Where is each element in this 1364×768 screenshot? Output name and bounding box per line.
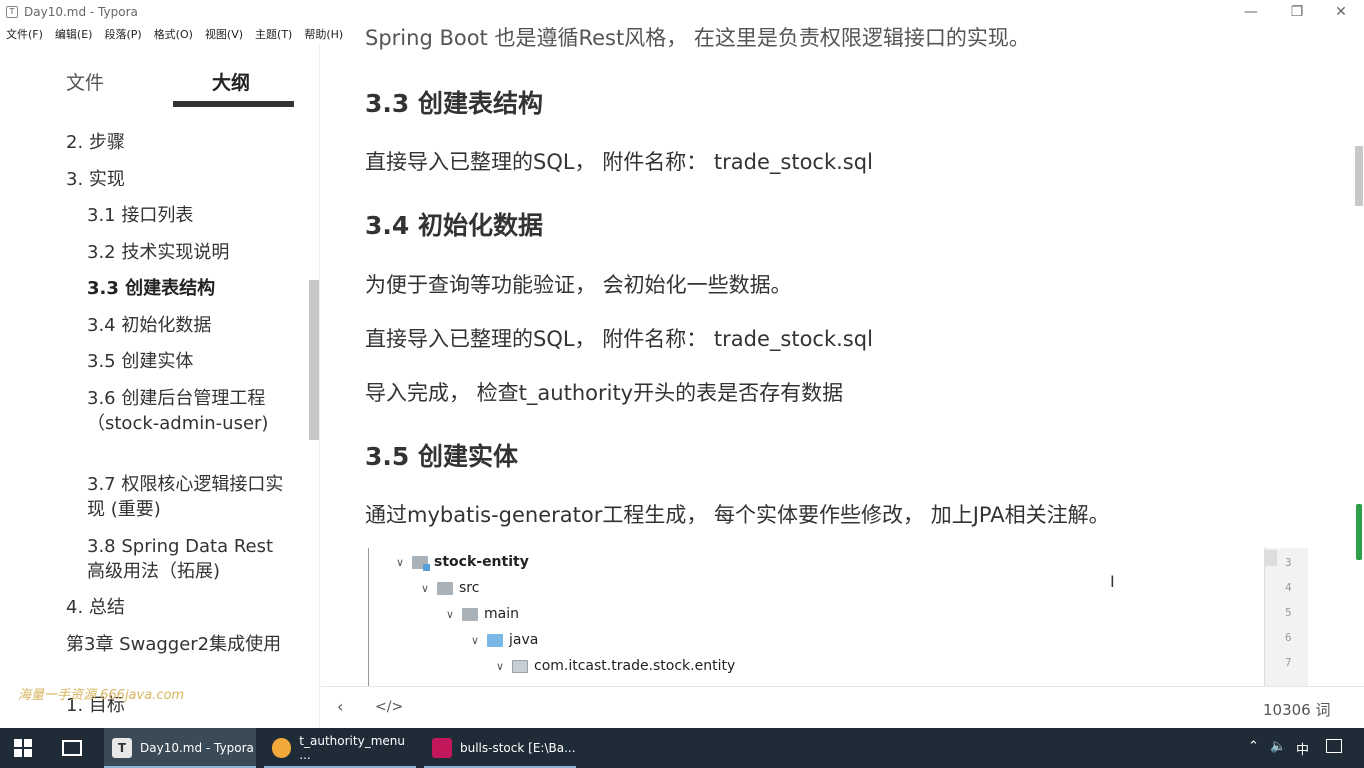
tree-label: java bbox=[509, 632, 539, 648]
taskbar: T Day10.md - Typora t_authority_menu ...… bbox=[0, 728, 1364, 768]
line-number: 5 bbox=[1285, 606, 1292, 619]
windows-start-icon[interactable] bbox=[14, 739, 32, 757]
line-number: 3 bbox=[1285, 556, 1292, 569]
outline-item[interactable]: 2. 步骤 bbox=[66, 130, 291, 155]
intellij-icon bbox=[432, 738, 452, 758]
image-border bbox=[368, 548, 369, 686]
chevron-down-icon: ∨ bbox=[496, 659, 505, 673]
paragraph: 直接导入已整理的SQL， 附件名称： trade_stock.sql bbox=[365, 327, 873, 351]
tree-label: com.itcast.trade.stock.entity bbox=[534, 658, 736, 674]
volume-icon[interactable]: 🔈 bbox=[1270, 739, 1286, 754]
close-button[interactable]: ✕ bbox=[1318, 0, 1364, 24]
navicat-icon bbox=[272, 738, 292, 758]
heading-3-3: 3.3 创建表结构 bbox=[365, 89, 543, 118]
taskbar-item-intellij[interactable]: bulls-stock [E:\Ba... bbox=[424, 728, 576, 768]
window-title: Day10.md - Typora bbox=[24, 5, 138, 19]
paragraph: 为便于查询等功能验证， 会初始化一些数据。 bbox=[365, 273, 792, 297]
folder-icon bbox=[437, 581, 453, 595]
sidebar-scrollbar[interactable] bbox=[309, 280, 319, 440]
editor-scrollbar[interactable] bbox=[1355, 146, 1363, 206]
task-label: bulls-stock [E:\Ba... bbox=[460, 741, 576, 755]
word-count[interactable]: 10306 词 bbox=[1263, 699, 1331, 720]
tree-row: ∨ main bbox=[446, 601, 519, 627]
paragraph: 通过mybatis-generator工程生成， 每个实体要作些修改， 加上JP… bbox=[365, 503, 1110, 527]
tab-files[interactable]: 文件 bbox=[66, 68, 104, 95]
ime-indicator[interactable]: 中 bbox=[1296, 739, 1309, 758]
chevron-down-icon: ∨ bbox=[446, 607, 455, 621]
gutter-marker bbox=[1265, 550, 1277, 566]
folder-icon bbox=[462, 607, 478, 621]
outline-item[interactable]: 3.6 创建后台管理工程（stock-admin-user) bbox=[87, 386, 292, 436]
tree-label: main bbox=[484, 606, 519, 622]
outline-item[interactable]: 3.5 创建实体 bbox=[87, 349, 292, 374]
paragraph: 直接导入已整理的SQL， 附件名称： trade_stock.sql bbox=[365, 150, 873, 174]
paragraph-partial: Spring Boot 也是遵循Rest风格， 在这里是负责权限逻辑接口的实现。 bbox=[365, 26, 1030, 50]
outline-item[interactable]: 3.2 技术实现说明 bbox=[87, 240, 292, 265]
task-view-icon[interactable] bbox=[62, 740, 82, 756]
line-number: 7 bbox=[1285, 656, 1292, 669]
line-number: 6 bbox=[1285, 631, 1292, 644]
back-button[interactable]: ‹ bbox=[337, 697, 343, 716]
chevron-down-icon: ∨ bbox=[396, 555, 405, 569]
outline-item[interactable]: 3. 实现 bbox=[66, 167, 291, 192]
line-number: 4 bbox=[1285, 581, 1292, 594]
line-gutter: 3 4 5 6 7 bbox=[1264, 548, 1308, 686]
menu-file[interactable]: 文件(F) bbox=[6, 26, 43, 42]
typora-icon: T bbox=[112, 738, 132, 758]
text-cursor-icon: I bbox=[1110, 572, 1115, 591]
taskbar-item-typora[interactable]: T Day10.md - Typora bbox=[104, 728, 256, 768]
typora-app-icon: T bbox=[6, 6, 18, 18]
tree-row: ∨ java bbox=[471, 627, 538, 653]
heading-3-5: 3.5 创建实体 bbox=[365, 442, 518, 471]
outline-item[interactable]: 4. 总结 bbox=[66, 595, 291, 620]
menu-edit[interactable]: 编辑(E) bbox=[55, 26, 93, 42]
source-folder-icon bbox=[487, 633, 503, 647]
title-bar: T Day10.md - Typora — ❐ ✕ bbox=[0, 0, 1364, 24]
tab-outline[interactable]: 大纲 bbox=[212, 68, 250, 95]
outline-item[interactable]: 3.4 初始化数据 bbox=[87, 313, 292, 338]
outline-item[interactable]: 3.8 Spring Data Rest 高级用法（拓展) bbox=[87, 534, 292, 584]
notification-icon[interactable] bbox=[1326, 739, 1342, 753]
outline-item[interactable]: 3.7 权限核心逻辑接口实现 (重要) bbox=[87, 472, 292, 522]
taskbar-item-navicat[interactable]: t_authority_menu ... bbox=[264, 728, 416, 768]
tree-label: stock-entity bbox=[434, 554, 529, 570]
task-label: t_authority_menu ... bbox=[299, 734, 405, 762]
watermark: 海量一手资源 666java.com bbox=[18, 688, 185, 703]
menu-paragraph[interactable]: 段落(P) bbox=[104, 26, 141, 42]
tree-row: ∨ src bbox=[421, 575, 479, 601]
chevron-down-icon: ∨ bbox=[471, 633, 480, 647]
status-bar: ‹ </> 10306 词 bbox=[321, 686, 1364, 728]
menu-theme[interactable]: 主题(T) bbox=[255, 26, 292, 42]
chevron-down-icon: ∨ bbox=[421, 581, 430, 595]
editor-content[interactable]: Spring Boot 也是遵循Rest风格， 在这里是负责权限逻辑接口的实现。… bbox=[321, 24, 1364, 686]
menu-view[interactable]: 视图(V) bbox=[205, 26, 243, 42]
outline-item[interactable]: 3.1 接口列表 bbox=[87, 203, 292, 228]
outline-item[interactable]: 第3章 Swagger2集成使用 bbox=[66, 632, 291, 657]
package-icon bbox=[512, 659, 528, 673]
restore-button[interactable]: ❐ bbox=[1274, 0, 1320, 24]
tree-row: ∨ com.itcast.trade.stock.entity bbox=[496, 653, 735, 679]
sidebar: 文件 大纲 2. 步骤 3. 实现 3.1 接口列表 3.2 技术实现说明 3.… bbox=[0, 44, 320, 728]
outline-item-active[interactable]: 3.3 创建表结构 bbox=[87, 276, 292, 301]
chevron-up-icon[interactable]: ⌃ bbox=[1248, 739, 1259, 754]
menu-format[interactable]: 格式(O) bbox=[154, 26, 193, 42]
task-label: Day10.md - Typora bbox=[140, 741, 254, 755]
active-tab-indicator bbox=[173, 101, 294, 107]
tree-row: ∨ stock-entity bbox=[396, 549, 529, 575]
source-mode-button[interactable]: </> bbox=[375, 699, 403, 715]
tree-label: src bbox=[459, 580, 480, 596]
heading-3-4: 3.4 初始化数据 bbox=[365, 211, 543, 240]
menu-bar: 文件(F) 编辑(E) 段落(P) 格式(O) 视图(V) 主题(T) 帮助(H… bbox=[0, 24, 349, 44]
paragraph: 导入完成， 检查t_authority开头的表是否存有数据 bbox=[365, 381, 844, 405]
scroll-marker bbox=[1356, 504, 1362, 560]
embedded-ide-screenshot: ∨ stock-entity ∨ src ∨ main ∨ java ∨ com… bbox=[368, 548, 1308, 686]
module-folder-icon bbox=[412, 555, 430, 571]
minimize-button[interactable]: — bbox=[1228, 0, 1274, 24]
